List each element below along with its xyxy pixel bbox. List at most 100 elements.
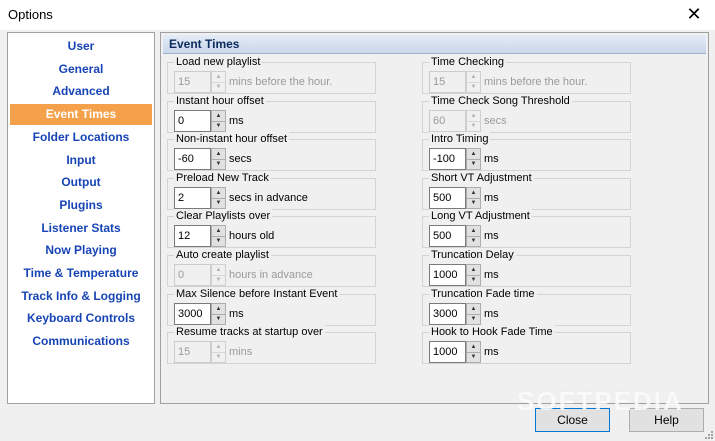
preload-new-track-input[interactable]: 2 [174,186,211,209]
spin-down-icon[interactable]: ▼ [467,236,480,246]
intro-timing-spinner[interactable]: ▲ ▼ [466,148,481,171]
spin-down-icon[interactable]: ▼ [467,159,480,169]
non-instant-hour-offset-input[interactable]: -60 [174,148,211,171]
field-label: Preload New Track [174,170,271,185]
field-unit: ms [229,307,244,320]
spin-down-icon[interactable]: ▼ [212,198,225,208]
resume-tracks-at-startup-over-input: 15 [174,341,211,364]
group-intro-timing: Intro Timing -100 ▲ ▼ ms [422,132,631,172]
field-unit: mins before the hour. [484,76,588,88]
field-unit: ms [484,269,499,281]
time-check-song-threshold-input: 60 [429,109,466,132]
event-times-panel: Event Times Load new playlist 15 ▲ ▼ mins be… [160,32,709,404]
panel-title: Event Times [169,37,240,51]
truncation-delay-spinner[interactable]: ▲ ▼ [466,264,481,286]
group-non-instant-hour-offset: Non-instant hour offset -60 ▲ ▼ secs [167,132,376,172]
field-unit: hours in advance [229,269,313,281]
group-resume-tracks-at-startup-over: Resume tracks at startup over 15 ▲ ▼ mins [167,325,376,365]
field-unit: ms [484,346,499,359]
long-vt-adjustment-input[interactable]: 500 [429,225,466,248]
title-bar: Options ✕ [0,0,715,30]
sidebar-item-input[interactable]: Input [10,150,152,171]
field-label: Long VT Adjustment [429,209,532,224]
sidebar-item-time-and-temperature[interactable]: Time & Temperature [10,263,152,284]
spin-down-icon[interactable]: ▼ [212,314,225,324]
field-label: Resume tracks at startup over [174,325,325,340]
spin-down-icon: ▼ [215,354,222,361]
long-vt-adjustment-spinner[interactable]: ▲ ▼ [466,225,481,248]
field-unit: ms [229,114,244,127]
group-hook-to-hook-fade-time: Hook to Hook Fade Time 1000 ▲ ▼ ms [422,325,631,365]
close-icon[interactable]: ✕ [683,3,705,25]
hook-to-hook-fade-time-spinner[interactable]: ▲ ▼ [466,341,481,364]
sidebar-item-now-playing[interactable]: Now Playing [10,240,152,261]
group-max-silence-before-instant-event: Max Silence before Instant Event 3000 ▲ ▼ ms [167,286,376,326]
field-unit: ms [484,191,499,204]
field-label: Max Silence before Instant Event [174,286,340,301]
resume-tracks-at-startup-over-spinner: ▲ ▼ [211,341,226,364]
spin-down-icon[interactable]: ▼ [212,159,225,169]
sidebar-item-folder-locations[interactable]: Folder Locations [10,127,152,148]
field-unit: ms [484,307,499,320]
field-label: Time Check Song Threshold [429,93,572,108]
field-unit: ms [484,230,499,243]
group-time-check-song-threshold: Time Check Song Threshold 60 ▲ ▼ secs [422,93,631,133]
field-unit: mins [229,346,253,359]
field-unit: ms [484,153,499,166]
clear-playlists-over-spinner[interactable]: ▲ ▼ [211,225,226,248]
preload-new-track-spinner[interactable]: ▲ ▼ [211,186,226,209]
sidebar-item-listener-stats[interactable]: Listener Stats [10,218,152,239]
field-label: Truncation Fade time [429,286,537,301]
sidebar-item-track-info-and-logging[interactable]: Track Info & Logging [10,286,152,307]
sidebar-item-advanced[interactable]: Advanced [10,81,152,102]
sidebar-item-general[interactable]: General [10,59,152,80]
intro-timing-input[interactable]: -100 [429,148,466,171]
field-label: Truncation Delay [429,248,516,262]
spin-down-icon: ▼ [470,122,477,129]
group-load-new-playlist: Load new playlist 15 ▲ ▼ mins before the hou… [167,55,376,94]
watermark: SOFTPEDIA [517,386,684,416]
max-silence-before-instant-event-spinner[interactable]: ▲ ▼ [211,302,226,325]
truncation-fade-time-spinner[interactable]: ▲ ▼ [466,302,481,325]
resize-grip-icon[interactable] [703,429,713,439]
group-preload-new-track: Preload New Track 2 ▲ ▼ secs in advance [167,170,376,210]
short-vt-adjustment-input[interactable]: 500 [429,186,466,209]
max-silence-before-instant-event-input[interactable]: 3000 [174,302,211,325]
group-clear-playlists-over: Clear Playlists over 12 ▲ ▼ hours old [167,209,376,249]
clear-playlists-over-input[interactable]: 12 [174,225,211,248]
non-instant-hour-offset-spinner[interactable]: ▲ ▼ [211,148,226,171]
sidebar-item-event-times[interactable]: Event Times [10,104,152,126]
time-checking-spinner: ▲ ▼ [466,71,481,93]
auto-create-playlist-spinner: ▲ ▼ [211,264,226,286]
time-checking-input: 15 [429,71,466,93]
sidebar-item-user[interactable]: User [10,36,152,57]
sidebar-item-communications[interactable]: Communications [10,331,152,352]
sidebar-item-plugins[interactable]: Plugins [10,195,152,216]
short-vt-adjustment-spinner[interactable]: ▲ ▼ [466,186,481,209]
load-new-playlist-input: 15 [174,71,211,93]
spin-down-icon[interactable]: ▼ [467,314,480,324]
field-label: Intro Timing [429,132,491,147]
field-label: Time Checking [429,55,506,69]
group-instant-hour-offset: Instant hour offset 0 ▲ ▼ ms [167,93,376,133]
instant-hour-offset-input[interactable]: 0 [174,109,211,132]
instant-hour-offset-spinner[interactable]: ▲ ▼ [211,109,226,132]
sidebar: User General Advanced Event Times Folder Loc… [7,32,155,404]
truncation-fade-time-input[interactable]: 3000 [429,302,466,325]
spin-down-icon[interactable]: ▼ [212,236,225,246]
field-unit: hours old [229,230,275,243]
group-truncation-fade-time: Truncation Fade time 3000 ▲ ▼ ms [422,286,631,326]
spin-down-icon[interactable]: ▼ [467,198,480,208]
field-label: Short VT Adjustment [429,170,534,185]
sidebar-item-keyboard-controls[interactable]: Keyboard Controls [10,308,152,329]
spin-down-icon[interactable]: ▼ [467,352,480,362]
group-short-vt-adjustment: Short VT Adjustment 500 ▲ ▼ ms [422,170,631,210]
spin-down-icon[interactable]: ▼ [467,275,480,285]
spin-down-icon: ▼ [470,84,477,90]
field-label: Auto create playlist [174,248,271,262]
hook-to-hook-fade-time-input[interactable]: 1000 [429,341,466,364]
truncation-delay-input[interactable]: 1000 [429,264,466,286]
sidebar-item-output[interactable]: Output [10,172,152,193]
group-time-checking: Time Checking 15 ▲ ▼ mins before the hour. [422,55,631,94]
spin-down-icon[interactable]: ▼ [212,121,225,131]
